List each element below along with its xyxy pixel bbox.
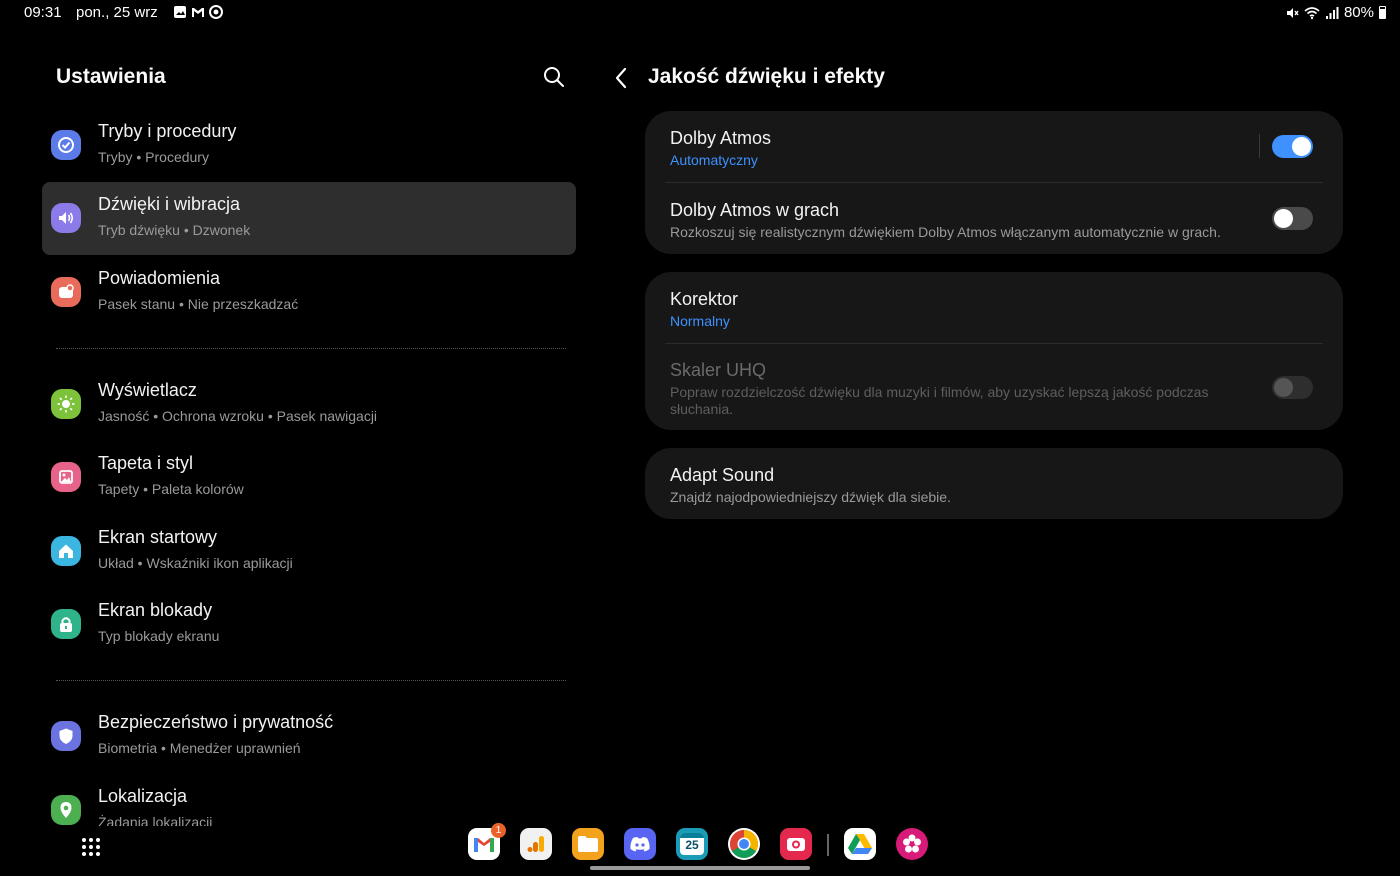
- gallery-notification-icon: [174, 6, 186, 18]
- adapt-sound-card[interactable]: Adapt Sound Znajdź najodpowiedniejszy dź…: [645, 448, 1343, 519]
- menu-item-title: Ekran blokady: [98, 600, 213, 620]
- dock-separator: [827, 834, 829, 856]
- modes-icon: [51, 130, 81, 160]
- analytics-icon[interactable]: [520, 828, 552, 860]
- menu-item-subtitle: Jasność • Ochrona wzroku • Pasek nawigac…: [98, 408, 378, 424]
- status-time: 09:31: [24, 4, 62, 21]
- drive-icon[interactable]: [844, 828, 876, 860]
- menu-item-title: Dźwięki i wibracja: [98, 194, 241, 214]
- apps-grid-icon[interactable]: [80, 836, 102, 858]
- menu-item-subtitle: Tryby • Procedury: [98, 149, 209, 165]
- settings-title: Ustawienia: [56, 65, 166, 88]
- status-bar: 09:31 pon., 25 wrz 80%: [0, 0, 1400, 26]
- menu-item-title: Ekran startowy: [98, 527, 218, 547]
- display-icon: [51, 389, 81, 419]
- back-button[interactable]: [610, 65, 634, 91]
- uhq-upscaler-toggle: [1272, 376, 1313, 399]
- uhq-upscaler-title: Skaler UHQ: [670, 360, 767, 380]
- menu-item-subtitle: Pasek stanu • Nie przeszkadzać: [98, 296, 299, 312]
- menu-item-location[interactable]: Lokalizacja Żądania lokalizacji: [42, 774, 576, 826]
- battery-icon: [1379, 6, 1386, 19]
- menu-item-wallpaper[interactable]: Tapeta i styl Tapety • Paleta kolorów: [42, 441, 576, 514]
- menu-item-modes[interactable]: Tryby i procedury Tryby • Procedury: [42, 109, 576, 182]
- adapt-sound-title: Adapt Sound: [670, 465, 775, 485]
- calendar-icon[interactable]: 25: [676, 828, 708, 860]
- menu-item-lock-screen[interactable]: Ekran blokady Typ blokady ekranu: [42, 588, 576, 661]
- menu-item-title: Powiadomienia: [98, 268, 221, 288]
- sync-notification-icon: [209, 5, 223, 19]
- adapt-sound-description: Znajdź najodpowiedniejszy dźwięk dla sie…: [670, 489, 951, 505]
- menu-item-title: Tapeta i styl: [98, 453, 194, 473]
- uhq-upscaler-description: Popraw rozdzielczość dźwięku dla muzyki …: [670, 384, 1209, 417]
- dolby-atmos-row[interactable]: Dolby Atmos Automatyczny: [645, 111, 1343, 183]
- status-notification-icons: [173, 5, 223, 19]
- uhq-upscaler-row: Skaler UHQ Popraw rozdzielczość dźwięku …: [645, 344, 1343, 430]
- menu-item-subtitle: Tapety • Paleta kolorów: [98, 481, 244, 497]
- page-title: Jakość dźwięku i efekty: [648, 65, 885, 88]
- menu-item-title: Lokalizacja: [98, 786, 188, 806]
- dolby-atmos-games-row[interactable]: Dolby Atmos w grach Rozkoszuj się realis…: [645, 183, 1343, 254]
- equalizer-value: Normalny: [670, 313, 730, 329]
- search-icon[interactable]: [542, 65, 566, 89]
- row-divider: [1259, 134, 1260, 158]
- gmail-badge: 1: [491, 823, 506, 838]
- notifications-icon: [51, 277, 81, 307]
- menu-item-subtitle: Typ blokady ekranu: [98, 628, 220, 644]
- menu-item-subtitle: Biometria • Menedżer uprawnień: [98, 740, 301, 756]
- dolby-atmos-toggle[interactable]: [1272, 135, 1313, 158]
- discord-icon[interactable]: [624, 828, 656, 860]
- wifi-icon: [1304, 6, 1320, 19]
- location-icon: [51, 795, 81, 825]
- dolby-atmos-games-description: Rozkoszuj się realistycznym dźwiękiem Do…: [670, 224, 1221, 240]
- equalizer-row[interactable]: Korektor Normalny: [645, 272, 1343, 343]
- section-divider: [56, 348, 566, 349]
- wallpaper-icon: [51, 462, 81, 492]
- menu-item-home-screen[interactable]: Ekran startowy Układ • Wskaźniki ikon ap…: [42, 515, 576, 588]
- menu-item-subtitle: Żądania lokalizacji: [98, 814, 213, 826]
- shield-icon: [51, 721, 81, 751]
- dolby-atmos-title: Dolby Atmos: [670, 128, 772, 148]
- menu-item-title: Wyświetlacz: [98, 380, 197, 400]
- menu-item-subtitle: Układ • Wskaźniki ikon aplikacji: [98, 555, 293, 571]
- dolby-atmos-games-toggle[interactable]: [1272, 207, 1313, 230]
- chrome-icon[interactable]: [728, 828, 760, 860]
- gmail-notification-icon: [192, 8, 204, 17]
- files-icon[interactable]: [572, 828, 604, 860]
- sound-icon: [51, 203, 81, 233]
- battery-text: 80%: [1343, 4, 1374, 21]
- menu-item-title: Tryby i procedury: [98, 121, 237, 141]
- calendar-day: 25: [685, 838, 699, 852]
- menu-item-notifications[interactable]: Powiadomienia Pasek stanu • Nie przeszka…: [42, 256, 576, 329]
- menu-item-sounds[interactable]: Dźwięki i wibracja Tryb dźwięku • Dzwone…: [42, 182, 576, 255]
- dolby-card: Dolby Atmos Automatyczny Dolby Atmos w g…: [645, 111, 1343, 254]
- equalizer-title: Korektor: [670, 289, 739, 309]
- menu-item-subtitle: Tryb dźwięku • Dzwonek: [98, 222, 251, 238]
- status-date: pon., 25 wrz: [76, 4, 158, 21]
- section-divider: [56, 680, 566, 681]
- status-right: 80%: [1285, 4, 1386, 21]
- mute-icon: [1286, 7, 1299, 18]
- flower-app-icon[interactable]: [896, 828, 928, 860]
- gmail-icon[interactable]: 1: [468, 823, 506, 860]
- menu-item-display[interactable]: Wyświetlacz Jasność • Ochrona wzroku • P…: [42, 368, 576, 441]
- menu-item-security[interactable]: Bezpieczeństwo i prywatność Biometria • …: [42, 700, 576, 773]
- screen-recorder-icon[interactable]: [780, 828, 812, 860]
- menu-item-title: Bezpieczeństwo i prywatność: [98, 712, 334, 732]
- home-icon: [51, 536, 81, 566]
- signal-icon: [1325, 6, 1339, 19]
- equalizer-card: Korektor Normalny Skaler UHQ Popraw rozd…: [645, 272, 1343, 430]
- lock-icon: [51, 609, 81, 639]
- dolby-atmos-games-title: Dolby Atmos w grach: [670, 200, 840, 220]
- dolby-atmos-status: Automatyczny: [670, 152, 758, 168]
- home-indicator[interactable]: [590, 866, 810, 870]
